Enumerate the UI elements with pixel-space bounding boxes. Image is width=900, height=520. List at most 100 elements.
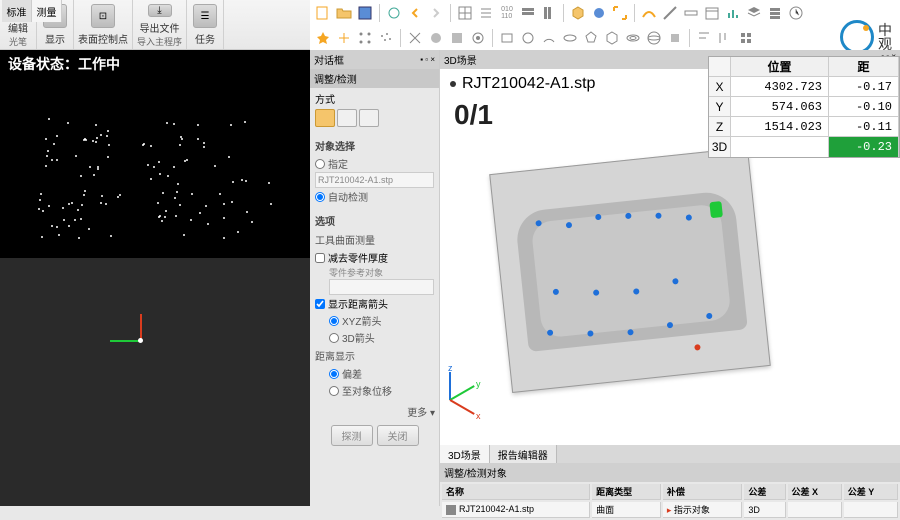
show-label: 显示 (45, 31, 65, 46)
mesh3-icon[interactable] (448, 29, 466, 47)
tab-report[interactable]: 报告编辑器 (490, 445, 557, 463)
toolbar-right: 010110 (310, 0, 900, 50)
align2-icon[interactable] (716, 29, 734, 47)
binary-icon[interactable]: 010110 (498, 4, 516, 22)
col-comp[interactable]: 补偿 (663, 484, 742, 500)
radio-auto[interactable] (315, 192, 325, 202)
model-view[interactable] (450, 140, 830, 420)
error-point (694, 344, 701, 351)
stack-icon[interactable] (766, 4, 784, 22)
coord-hdr-pos: 位置 (731, 57, 829, 76)
row-tol-y (844, 502, 898, 518)
check-thickness[interactable] (315, 253, 325, 263)
3d-arrow-label: 3D箭头 (342, 330, 375, 345)
sphere-icon[interactable] (590, 4, 608, 22)
curve-icon[interactable] (640, 4, 658, 22)
col-tol-x[interactable]: 公差 X (788, 484, 842, 500)
scan-preview[interactable] (0, 78, 310, 258)
cols-icon[interactable] (540, 4, 558, 22)
surface-icon[interactable]: ⊡ (91, 4, 115, 28)
shape-wire-icon[interactable] (603, 29, 621, 47)
scene-filename: RJT210042-A1.stp (462, 75, 595, 93)
star-icon[interactable] (314, 29, 332, 47)
layers-icon[interactable] (745, 4, 763, 22)
scatter-icon[interactable] (377, 29, 395, 47)
axis3d-z (449, 372, 451, 400)
ref-obj-input[interactable] (329, 279, 434, 295)
tab-3d-scene[interactable]: 3D场景 (440, 445, 490, 463)
shape-torus-icon[interactable] (624, 29, 642, 47)
mesh4-icon[interactable] (469, 29, 487, 47)
fixture-plate (489, 147, 771, 393)
close-button[interactable]: 关闭 (377, 425, 419, 446)
rows-icon[interactable] (519, 4, 537, 22)
mode-btn-2[interactable] (337, 109, 357, 127)
cube-icon[interactable] (569, 4, 587, 22)
shape-arc-icon[interactable] (540, 29, 558, 47)
separator (689, 29, 690, 47)
active-point (709, 201, 723, 218)
mesh1-icon[interactable] (406, 29, 424, 47)
ruler-icon[interactable] (682, 4, 700, 22)
mode-btn-1[interactable] (315, 109, 335, 127)
shape-globe-icon[interactable] (645, 29, 663, 47)
dots-icon[interactable] (356, 29, 374, 47)
coord-y-dist: -0.10 (829, 97, 899, 116)
tab-standard[interactable]: 标准 (2, 0, 32, 22)
coord-z-label: Z (709, 117, 731, 136)
edit-label: 编辑 (8, 20, 28, 35)
mesh2-icon[interactable] (427, 29, 445, 47)
shape-ellipse-icon[interactable] (561, 29, 579, 47)
radio-deviation[interactable] (329, 369, 339, 379)
axis-x (110, 340, 140, 342)
table-row[interactable]: RJT210042-A1.stp 曲面 ▸ 指示对象 3D (442, 502, 898, 518)
sparkle-icon[interactable] (335, 29, 353, 47)
task-icon[interactable]: ☰ (193, 4, 217, 28)
button-row: 探测 关闭 (310, 421, 439, 450)
list-icon[interactable] (477, 4, 495, 22)
probe-button[interactable]: 探测 (331, 425, 373, 446)
save-icon[interactable] (356, 4, 374, 22)
line-icon[interactable] (661, 4, 679, 22)
grid-icon[interactable] (456, 4, 474, 22)
col-tol[interactable]: 公差 (744, 484, 785, 500)
panel-subheader: 调整/检测 (310, 69, 439, 88)
mode-btn-3[interactable] (359, 109, 379, 127)
redo-icon[interactable] (427, 4, 445, 22)
tab-measure[interactable]: 测量 (32, 0, 62, 22)
separator (379, 4, 380, 22)
coordinate-table: 位置 距 X 4302.723 -0.17 Y 574.063 -0.10 Z … (708, 56, 900, 158)
open-icon[interactable] (335, 4, 353, 22)
grid2-icon[interactable] (737, 29, 755, 47)
shape-rect-icon[interactable] (498, 29, 516, 47)
more-link[interactable]: 更多 ▾ (310, 402, 439, 421)
shape-poly-icon[interactable] (582, 29, 600, 47)
specify-input[interactable] (315, 172, 434, 188)
shape-circle-icon[interactable] (519, 29, 537, 47)
auto-label: 自动检测 (328, 189, 368, 204)
export-icon[interactable]: ⤓ (148, 4, 172, 17)
axis-z-label: z (448, 363, 453, 373)
expand-icon[interactable] (611, 4, 629, 22)
radio-3d-arrow[interactable] (329, 333, 339, 343)
radio-specify[interactable] (315, 159, 325, 169)
align1-icon[interactable] (695, 29, 713, 47)
shape-box-icon[interactable] (666, 29, 684, 47)
undo-icon[interactable] (406, 4, 424, 22)
compass-icon[interactable] (787, 4, 805, 22)
ribbon-group-surface: ⊡ 表面控制点 (74, 0, 133, 49)
calendar-icon[interactable] (703, 4, 721, 22)
ribbon-group-export: ⤓ 导出文件 导入主程序 (133, 0, 187, 49)
col-dist-type[interactable]: 距离类型 (592, 484, 661, 500)
chart-icon[interactable] (724, 4, 742, 22)
radio-to-obj[interactable] (329, 386, 339, 396)
new-icon[interactable] (314, 4, 332, 22)
col-tol-y[interactable]: 公差 Y (844, 484, 898, 500)
panel-controls[interactable]: ▪ ▫ × (420, 55, 435, 64)
axis-origin (138, 338, 143, 343)
options-title: 选项 (315, 211, 434, 230)
check-arrows[interactable] (315, 299, 325, 309)
shape1-icon[interactable] (385, 4, 403, 22)
col-name[interactable]: 名称 (442, 484, 590, 500)
radio-xyz[interactable] (329, 316, 339, 326)
